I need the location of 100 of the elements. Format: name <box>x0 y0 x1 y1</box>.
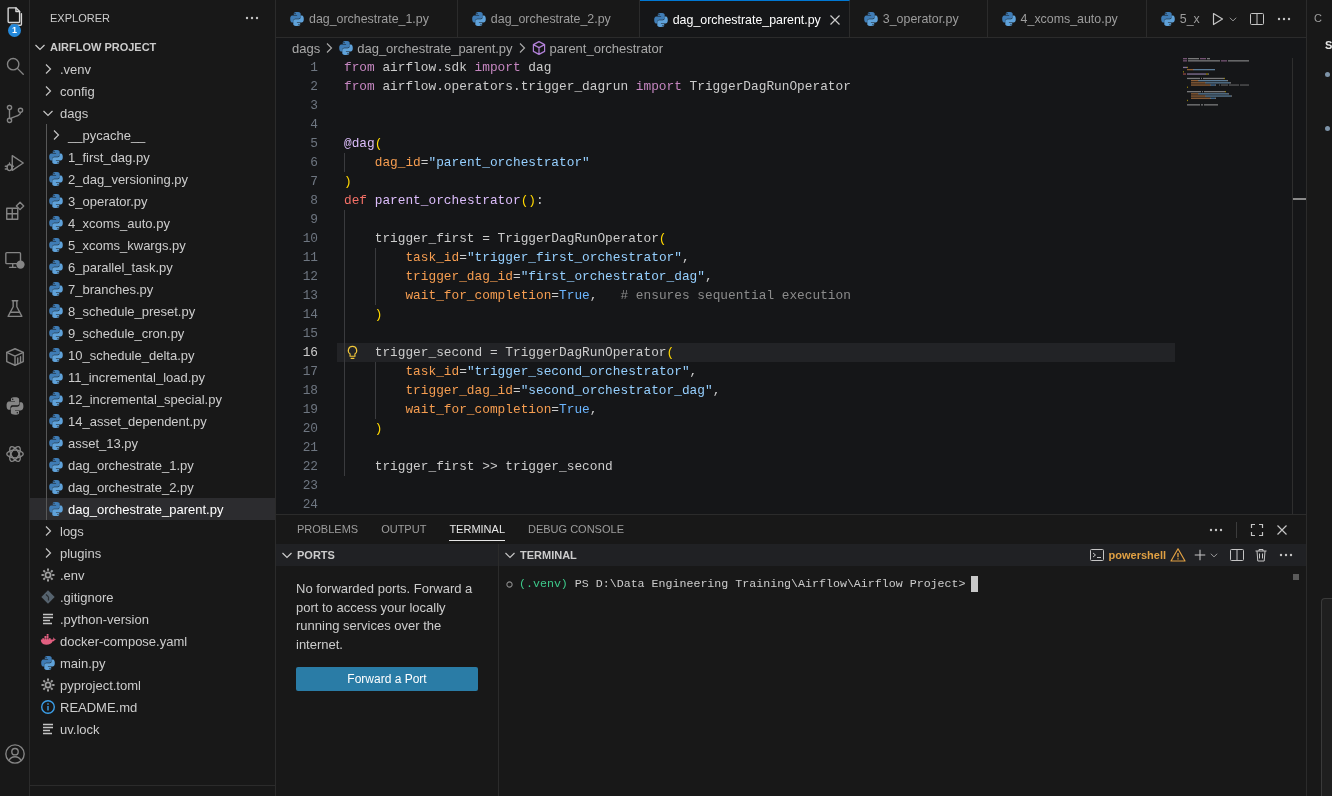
line-number: 1 <box>309 59 319 77</box>
scrollbar[interactable] <box>1293 574 1299 580</box>
cube-icon <box>530 40 547 56</box>
code-line: trigger_first = TriggerDagRunOperator( <box>374 231 667 246</box>
folder-item[interactable]: dags <box>30 102 275 124</box>
python-file-icon <box>1000 10 1017 27</box>
file-item[interactable]: .env <box>30 564 275 586</box>
line-number: 18 <box>301 382 319 400</box>
python-file-icon <box>48 237 64 253</box>
bullet-icon <box>1325 126 1330 131</box>
code-line: trigger_dag_id="first_orchestrator_dag", <box>405 269 713 284</box>
line-number: 14 <box>301 306 319 324</box>
editor-tab[interactable]: dag_orchestrate_2.py <box>457 0 640 37</box>
python-file-icon <box>338 40 355 56</box>
breadcrumb-item[interactable]: dags <box>292 40 321 56</box>
sidebar-title: C <box>1314 11 1323 25</box>
lines-icon <box>40 611 56 627</box>
editor-tab[interactable]: 5_x <box>1146 0 1200 37</box>
python-file-icon <box>40 655 56 671</box>
folder-item[interactable]: .venv <box>30 58 275 80</box>
code-line: trigger_first >> trigger_second <box>374 459 613 474</box>
caret-icon[interactable] <box>1209 550 1219 560</box>
gear-icon <box>40 567 56 583</box>
python-file-icon <box>48 303 64 319</box>
python-file-icon <box>48 325 64 341</box>
split-icon[interactable] <box>1229 547 1245 563</box>
line-number: 6 <box>309 154 319 172</box>
terminal-line: (.venv) PS D:\Data Engineering Training\Airflow\Airflow Project> <box>519 576 966 592</box>
breadcrumb-item[interactable]: dag_orchestrate_parent.py <box>338 40 513 56</box>
lightbulb-icon[interactable] <box>345 344 360 361</box>
section-header[interactable]: AIRFLOW PROJECT <box>30 36 275 58</box>
line-number: 13 <box>301 287 319 305</box>
breadcrumb-item[interactable]: parent_orchestrator <box>530 40 664 56</box>
pane-title: PORTS <box>297 549 335 561</box>
scrollbar[interactable] <box>1292 58 1306 514</box>
code-line: @dag( <box>344 136 383 151</box>
line-number: 19 <box>301 401 319 419</box>
forward-port-button[interactable]: Forward a Port <box>296 667 478 691</box>
line-number: 8 <box>309 192 319 210</box>
python-file-icon <box>48 215 64 231</box>
python-file-icon <box>48 413 64 429</box>
python-file-icon <box>48 457 64 473</box>
section-heading: S <box>1325 38 1332 52</box>
code-line: ) <box>374 421 383 436</box>
terminal-icon[interactable] <box>1088 547 1105 563</box>
person-icon[interactable] <box>3 743 26 765</box>
panel-tab[interactable]: OUTPUT <box>381 518 427 541</box>
python-file-icon <box>48 435 64 451</box>
file-item[interactable]: .gitignore <box>30 586 275 608</box>
python-file-icon <box>48 369 64 385</box>
file-item[interactable]: uv.lock <box>30 718 275 740</box>
panel-tab[interactable]: TERMINAL <box>449 518 505 541</box>
python-file-icon <box>48 149 64 165</box>
line-number: 16 <box>301 344 319 362</box>
file-item[interactable]: README.md <box>30 696 275 718</box>
line-number: 24 <box>301 496 319 514</box>
input-field[interactable] <box>1321 598 1332 796</box>
shell-name[interactable]: powershell <box>1108 549 1166 561</box>
folder-item[interactable]: plugins <box>30 542 275 564</box>
ports-message: No forwarded ports. Forward a port to access your locally running services over the internet. <box>296 580 474 654</box>
line-number: 5 <box>309 135 319 153</box>
editor-tab[interactable]: dag_orchestrate_1.py <box>276 0 458 37</box>
plus-icon[interactable] <box>1193 548 1207 562</box>
folder-item[interactable]: config <box>30 80 275 102</box>
code-line: trigger_dag_id="second_orchestrator_dag", <box>405 383 721 398</box>
file-item[interactable]: .python-version <box>30 608 275 630</box>
line-number: 7 <box>309 173 319 191</box>
line-number: 9 <box>309 211 319 229</box>
blocks-icon[interactable] <box>3 200 26 223</box>
code-line: trigger_second = TriggerDagRunOperator( <box>374 345 675 360</box>
warning-icon[interactable] <box>1170 547 1186 563</box>
line-number: 11 <box>301 249 319 267</box>
panel-tab[interactable]: DEBUG CONSOLE <box>528 518 624 541</box>
file-item[interactable]: pyproject.toml <box>30 674 275 696</box>
file-item[interactable]: dag_orchestrate_parent.py <box>30 498 275 520</box>
python-file-icon <box>48 259 64 275</box>
editor-tab[interactable]: dag_orchestrate_parent.py <box>639 0 850 37</box>
code-line: dag_id="parent_orchestrator" <box>374 155 590 170</box>
editor-tab[interactable]: 3_operator.py <box>849 0 988 37</box>
file-item[interactable]: main.py <box>30 652 275 674</box>
line-number: 17 <box>301 363 319 381</box>
trash-icon[interactable] <box>1253 547 1269 563</box>
code-line: wait_for_completion=True, # ensures sequential execution <box>405 288 851 303</box>
python-file-icon <box>470 10 487 27</box>
code-line: from airflow.sdk import dag <box>344 60 552 75</box>
line-number: 10 <box>301 230 319 248</box>
editor-tab[interactable]: 4_xcoms_auto.py <box>987 0 1147 37</box>
code-line: task_id="trigger_second_orchestrator", <box>405 364 698 379</box>
code-line: task_id="trigger_first_orchestrator", <box>405 250 690 265</box>
sidebar-title: EXPLORER <box>50 12 110 24</box>
folder-item[interactable]: logs <box>30 520 275 542</box>
file-item[interactable]: docker-compose.yaml <box>30 630 275 652</box>
python-file-icon <box>652 11 669 28</box>
pane-title: TERMINAL <box>520 549 577 561</box>
panel-tab[interactable]: PROBLEMS <box>297 518 359 541</box>
box-icon[interactable] <box>3 346 26 369</box>
maximize-icon[interactable] <box>1249 521 1265 538</box>
python-file-icon <box>48 391 64 407</box>
line-number: 4 <box>309 116 319 134</box>
split-icon[interactable] <box>1249 10 1265 27</box>
